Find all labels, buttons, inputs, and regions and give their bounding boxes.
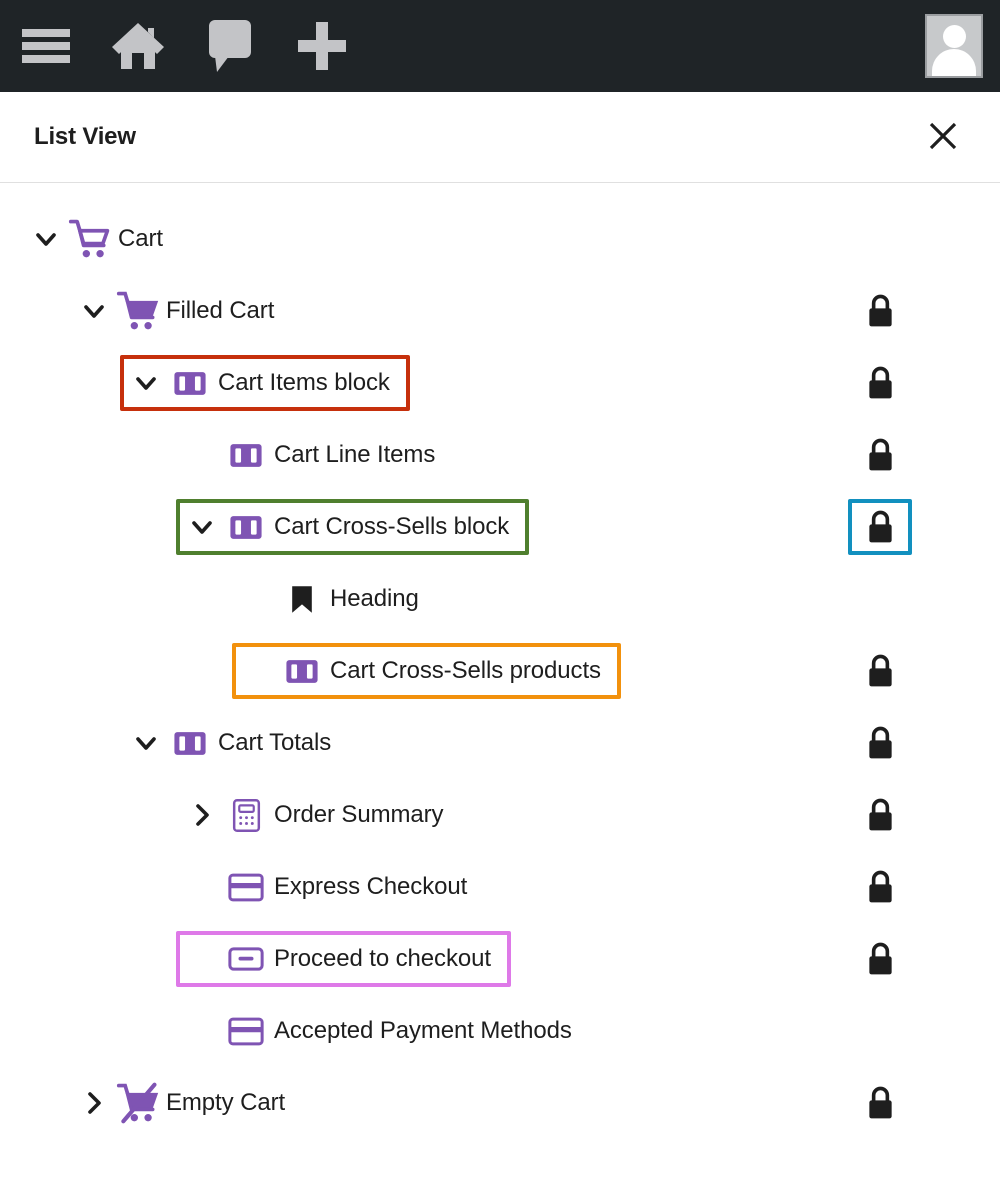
table-row[interactable]: Empty Cart [0,1067,1000,1139]
block-icon [168,361,212,405]
lock-icon[interactable] [848,427,912,483]
account-button[interactable] [908,0,1000,92]
new-content-button[interactable] [276,0,368,92]
list-item[interactable]: Heading [232,571,439,627]
menu-icon [16,24,76,68]
lock-icon[interactable] [848,499,912,555]
table-row[interactable]: Cart [0,203,1000,275]
table-row[interactable]: Order Summary [0,779,1000,851]
expander-placeholder [236,649,280,693]
list-item-label: Filled Cart [166,297,275,324]
lock-icon[interactable] [848,643,912,699]
avatar-head [942,25,966,48]
list-item[interactable]: Cart Totals [120,715,351,771]
table-row[interactable]: Express Checkout [0,851,1000,923]
list-item-label: Accepted Payment Methods [274,1017,572,1044]
admin-bar [0,0,1000,92]
expander-placeholder [236,577,280,621]
card-icon [224,1009,268,1053]
home-icon [110,19,166,73]
list-item-label: Cart Cross-Sells products [330,657,601,684]
block-icon [280,649,324,693]
lock-icon[interactable] [848,355,912,411]
list-item[interactable]: Cart Items block [120,355,410,411]
close-icon [926,119,960,156]
page-title: List View [34,123,136,150]
chevron-down-icon[interactable] [124,361,168,405]
list-item-label: Express Checkout [274,873,468,900]
block-list-view: Cart Filled Cart Cart Items block Cart Line… [0,183,1000,1200]
list-item-label: Cart Cross-Sells block [274,513,510,540]
lock-icon[interactable] [848,1075,912,1131]
list-item[interactable]: Accepted Payment Methods [176,1003,592,1059]
block-icon [224,505,268,549]
chevron-down-icon[interactable] [180,505,224,549]
list-item[interactable]: Express Checkout [176,859,487,915]
lock-icon[interactable] [848,859,912,915]
list-item-label: Cart Totals [218,729,332,756]
chevron-right-icon[interactable] [180,793,224,837]
table-row[interactable]: Cart Items block [0,347,1000,419]
chevron-down-icon[interactable] [124,721,168,765]
list-item[interactable]: Empty Cart [68,1075,305,1131]
expander-placeholder [180,865,224,909]
cart-outline-icon [68,217,112,261]
avatar [925,14,983,78]
table-row[interactable]: Filled Cart [0,275,1000,347]
table-row[interactable]: Cart Line Items [0,419,1000,491]
expander-placeholder [180,937,224,981]
panel-header: List View [0,92,1000,183]
list-item-label: Cart Items block [218,369,390,396]
plus-icon [294,18,350,74]
block-icon [224,433,268,477]
list-item-label: Empty Cart [166,1089,286,1116]
comments-button[interactable] [184,0,276,92]
expander-placeholder [180,433,224,477]
table-row[interactable]: Cart Totals [0,707,1000,779]
list-item[interactable]: Cart Line Items [176,427,455,483]
heading-icon [280,577,324,621]
table-row[interactable]: Cart Cross-Sells products [0,635,1000,707]
button-icon [224,937,268,981]
chevron-right-icon[interactable] [72,1081,116,1125]
list-item-label: Cart Line Items [274,441,436,468]
close-button[interactable] [920,114,966,160]
lock-icon[interactable] [848,787,912,843]
calculator-icon [224,793,268,837]
table-row[interactable]: Cart Cross-Sells block [0,491,1000,563]
list-item[interactable]: Cart Cross-Sells products [232,643,621,699]
expander-placeholder [180,1009,224,1053]
list-item[interactable]: Cart [20,211,183,267]
chevron-down-icon[interactable] [72,289,116,333]
lock-icon[interactable] [848,931,912,987]
block-icon [168,721,212,765]
table-row[interactable]: Accepted Payment Methods [0,995,1000,1067]
list-item-label: Order Summary [274,801,444,828]
list-item[interactable]: Cart Cross-Sells block [176,499,530,555]
cart-filled-icon [116,289,160,333]
table-row[interactable]: Heading [0,563,1000,635]
comment-icon [205,18,255,74]
avatar-body [932,49,976,76]
card-icon [224,865,268,909]
lock-icon[interactable] [848,715,912,771]
menu-button[interactable] [0,0,92,92]
list-item[interactable]: Filled Cart [68,283,294,339]
list-item-label: Cart [118,225,163,252]
list-item[interactable]: Proceed to checkout [176,931,511,987]
cart-crossed-icon [116,1081,160,1125]
list-item[interactable]: Order Summary [176,787,463,843]
list-item-label: Heading [330,585,419,612]
table-row[interactable]: Proceed to checkout [0,923,1000,995]
chevron-down-icon[interactable] [24,217,68,261]
home-button[interactable] [92,0,184,92]
lock-icon[interactable] [848,283,912,339]
list-item-label: Proceed to checkout [274,945,491,972]
